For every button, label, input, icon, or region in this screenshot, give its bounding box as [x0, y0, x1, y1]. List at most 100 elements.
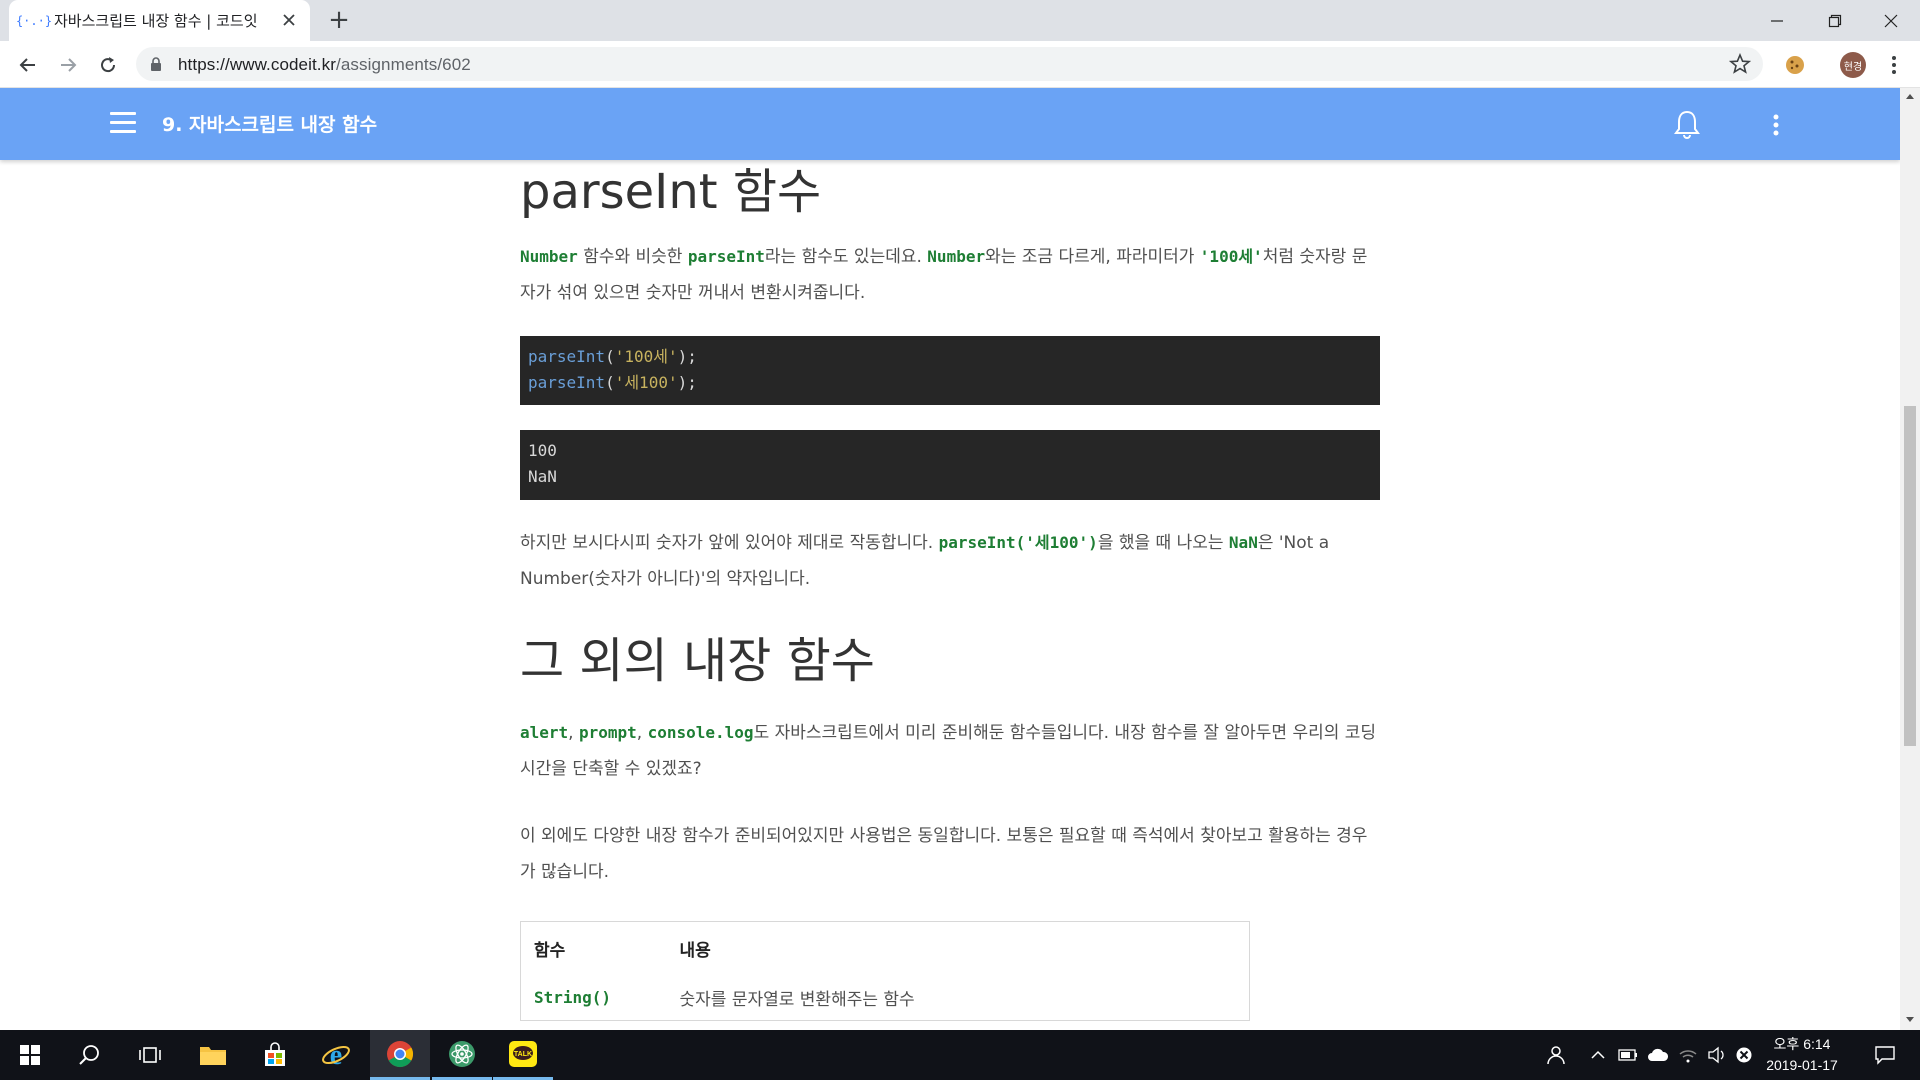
table-cell: 숫자를 문자열로 변환해주는 함수	[679, 990, 915, 1010]
lock-icon[interactable]	[150, 56, 162, 72]
forward-button[interactable]	[54, 51, 82, 79]
network-tray[interactable]	[1674, 1030, 1702, 1080]
reload-button[interactable]	[94, 51, 122, 79]
inline-code: prompt	[578, 723, 637, 742]
close-window-button[interactable]	[1862, 0, 1920, 41]
people-button[interactable]	[1538, 1030, 1572, 1080]
code-fn: parseInt	[528, 373, 606, 392]
menu-hamburger-icon[interactable]	[110, 112, 136, 134]
code-punct: );	[677, 373, 697, 392]
tab-title: 자바스크립트 내장 함수 | 코드잇	[54, 12, 258, 30]
text: 라는 함수도 있는데요.	[764, 247, 928, 267]
paragraph-parseint-note: 하지만 보시다시피 숫자가 앞에 있어야 제대로 작동합니다. parseInt…	[520, 525, 1380, 597]
close-icon	[1884, 14, 1898, 27]
scrollbar-thumb[interactable]	[1904, 406, 1916, 746]
cookie-extension-icon[interactable]	[1783, 53, 1807, 77]
article-content: parseInt 함수 Number 함수와 비슷한 parseInt라는 함수…	[520, 160, 1380, 1021]
store-button[interactable]	[245, 1030, 305, 1080]
file-explorer-button[interactable]	[183, 1030, 243, 1080]
folder-icon	[200, 1047, 226, 1065]
action-center-button[interactable]	[1860, 1030, 1910, 1080]
speaker-icon	[1708, 1046, 1724, 1064]
page-viewport: 9. 자바스크립트 내장 함수 parseInt 함수 Number 함수와 비…	[0, 88, 1900, 1030]
wifi-icon	[1679, 1050, 1697, 1063]
inline-code: Number	[927, 247, 986, 266]
paragraph-more-builtins: 이 외에도 다양한 내장 함수가 준비되어있지만 사용법은 동일합니다. 보통은…	[520, 826, 1368, 882]
code-string: '세100'	[614, 373, 678, 392]
people-icon	[1547, 1046, 1565, 1065]
url-path: /assignments/602	[336, 55, 471, 74]
text: 함수와 비슷한	[577, 247, 688, 267]
atom-taskbar-button[interactable]	[432, 1030, 492, 1080]
search-button[interactable]	[60, 1030, 120, 1080]
clock-date: 2019-01-17	[1766, 1057, 1838, 1073]
inline-code: console.log	[647, 723, 754, 742]
output-block: 100 NaN	[520, 430, 1380, 500]
inline-code: parseInt	[687, 247, 765, 266]
battery-tray[interactable]	[1614, 1030, 1642, 1080]
text: ,	[636, 723, 648, 743]
output-line: 100	[528, 441, 557, 460]
back-button[interactable]	[14, 51, 42, 79]
new-tab-button[interactable]: +	[326, 7, 352, 34]
table-header-row: 함수 내용	[521, 922, 1250, 976]
text: 을 했을 때 나오는	[1097, 533, 1229, 553]
more-options-icon[interactable]	[1766, 110, 1786, 140]
chrome-menu-icon[interactable]	[1882, 52, 1906, 78]
onedrive-cloud-icon	[1648, 1048, 1669, 1061]
browser-tabstrip: {·.·} 자바스크립트 내장 함수 | 코드잇 +	[0, 0, 1920, 41]
output-line: NaN	[528, 467, 557, 486]
scroll-down-icon[interactable]	[1905, 1016, 1915, 1024]
atom-icon	[449, 1040, 475, 1067]
code-string: '100세'	[614, 347, 678, 366]
inline-code: NaN	[1228, 533, 1258, 552]
svg-text:e: e	[330, 1041, 342, 1069]
onedrive-tray[interactable]	[1644, 1030, 1672, 1080]
search-icon	[79, 1045, 99, 1065]
minimize-icon	[1771, 19, 1783, 22]
code-block: parseInt('100세'); parseInt('세100');	[520, 336, 1380, 405]
battery-icon	[1618, 1049, 1637, 1061]
lesson-title: 9. 자바스크립트 내장 함수	[162, 114, 378, 136]
chrome-taskbar-button[interactable]	[370, 1030, 430, 1080]
heading-parseint: parseInt 함수	[520, 164, 822, 220]
reload-icon	[101, 57, 116, 73]
app-header: 9. 자바스크립트 내장 함수	[0, 88, 1900, 160]
chevron-up-icon	[1591, 1050, 1605, 1059]
taskbar-clock[interactable]: 오후 6:14 2019-01-17	[1752, 1034, 1852, 1076]
store-icon	[265, 1042, 285, 1066]
close-tab-icon[interactable]	[280, 11, 298, 29]
page-scrollbar[interactable]	[1900, 88, 1920, 1030]
kakaotalk-icon: TALK	[509, 1040, 537, 1067]
start-button[interactable]	[0, 1030, 60, 1080]
task-view-button[interactable]	[120, 1030, 180, 1080]
scroll-up-icon[interactable]	[1905, 92, 1915, 100]
paragraph-parseint-intro: Number 함수와 비슷한 parseInt라는 함수도 있는데요. Numb…	[520, 239, 1380, 311]
inline-code: parseInt('세100')	[938, 533, 1098, 552]
volume-tray[interactable]	[1704, 1030, 1730, 1080]
url-text[interactable]: https://www.codeit.kr/assignments/602	[178, 55, 471, 75]
bookmark-star-icon[interactable]	[1729, 53, 1751, 75]
arrow-left-icon	[19, 58, 35, 72]
minimize-button[interactable]	[1748, 0, 1806, 41]
kakaotalk-taskbar-button[interactable]: TALK	[493, 1030, 553, 1080]
text: ,	[568, 723, 579, 743]
inline-code: '100세'	[1199, 247, 1263, 266]
code-line: parseInt('100세');	[528, 347, 697, 366]
table-header: 내용	[679, 941, 711, 961]
notification-bell-icon[interactable]	[1672, 108, 1702, 140]
code-fn: parseInt	[528, 347, 606, 366]
address-bar[interactable]: https://www.codeit.kr/assignments/602	[136, 47, 1763, 81]
inline-code: alert	[520, 723, 569, 742]
profile-avatar[interactable]: 현경	[1840, 52, 1866, 78]
text: 하지만 보시다시피 숫자가 앞에 있어야 제대로 작동합니다.	[520, 533, 939, 553]
chrome-icon	[387, 1040, 414, 1067]
internet-explorer-button[interactable]: e	[306, 1030, 366, 1080]
inline-code: Number	[520, 247, 578, 266]
code-line: parseInt('세100');	[528, 373, 697, 392]
table-header: 함수	[534, 941, 566, 961]
code-punct: );	[677, 347, 697, 366]
restore-button[interactable]	[1806, 0, 1864, 41]
browser-tab[interactable]: {·.·} 자바스크립트 내장 함수 | 코드잇	[9, 0, 310, 41]
show-hidden-icons-button[interactable]	[1586, 1030, 1610, 1080]
